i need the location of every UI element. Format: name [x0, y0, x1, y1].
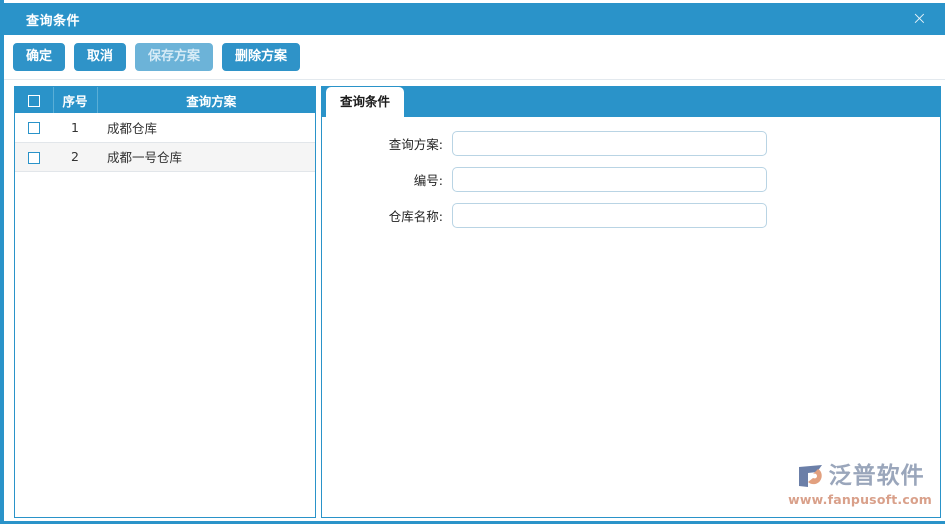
row-checkbox[interactable] — [28, 152, 40, 164]
close-icon[interactable]: × — [908, 8, 931, 30]
field-row-code: 编号: — [322, 167, 940, 192]
cancel-button[interactable]: 取消 — [74, 43, 126, 71]
row-index: 1 — [53, 113, 97, 142]
scheme-grid-panel: 序号 查询方案 1 成都仓库 2 成都一号仓库 — [14, 86, 316, 518]
scheme-table: 序号 查询方案 1 成都仓库 2 成都一号仓库 — [15, 87, 315, 172]
row-index: 2 — [53, 142, 97, 171]
table-header-row: 序号 查询方案 — [15, 87, 315, 113]
delete-scheme-button[interactable]: 删除方案 — [222, 43, 300, 71]
scheme-input[interactable] — [452, 131, 767, 156]
header-scheme: 查询方案 — [97, 87, 315, 113]
query-condition-form: 查询方案: 编号: 仓库名称: — [322, 117, 940, 228]
label-scheme: 查询方案: — [322, 134, 452, 153]
field-row-scheme: 查询方案: — [322, 131, 940, 156]
dialog-title: 查询条件 — [26, 10, 80, 29]
header-index: 序号 — [53, 87, 97, 113]
watermark-brand-row: 泛普软件 — [796, 462, 925, 490]
detail-panel: 查询条件 查询方案: 编号: 仓库名称: 泛普软件 — [321, 86, 941, 518]
watermark-url: www.fanpusoft.com — [788, 492, 932, 507]
row-scheme-name: 成都仓库 — [97, 113, 315, 142]
query-condition-dialog: 查询条件 × 确定 取消 保存方案 删除方案 序号 查询方案 — [0, 0, 945, 524]
dialog-toolbar: 确定 取消 保存方案 删除方案 — [4, 35, 945, 80]
field-row-warehouse-name: 仓库名称: — [322, 203, 940, 228]
row-scheme-name: 成都一号仓库 — [97, 142, 315, 171]
select-all-checkbox[interactable] — [28, 95, 40, 107]
warehouse-name-input[interactable] — [452, 203, 767, 228]
row-checkbox[interactable] — [28, 122, 40, 134]
table-row[interactable]: 2 成都一号仓库 — [15, 142, 315, 171]
code-input[interactable] — [452, 167, 767, 192]
label-warehouse-name: 仓库名称: — [322, 206, 452, 225]
header-select-all-cell — [15, 87, 53, 113]
confirm-button[interactable]: 确定 — [13, 43, 65, 71]
label-code: 编号: — [322, 170, 452, 189]
tab-query-condition[interactable]: 查询条件 — [326, 87, 404, 117]
detail-tabbar: 查询条件 — [322, 87, 940, 117]
row-select-cell — [15, 142, 53, 171]
table-row[interactable]: 1 成都仓库 — [15, 113, 315, 142]
watermark: 泛普软件 www.fanpusoft.com — [788, 462, 932, 507]
fanpu-logo-icon — [796, 462, 826, 490]
watermark-brand: 泛普软件 — [829, 465, 925, 488]
row-select-cell — [15, 113, 53, 142]
save-scheme-button[interactable]: 保存方案 — [135, 43, 213, 71]
dialog-titlebar: 查询条件 × — [4, 3, 945, 35]
